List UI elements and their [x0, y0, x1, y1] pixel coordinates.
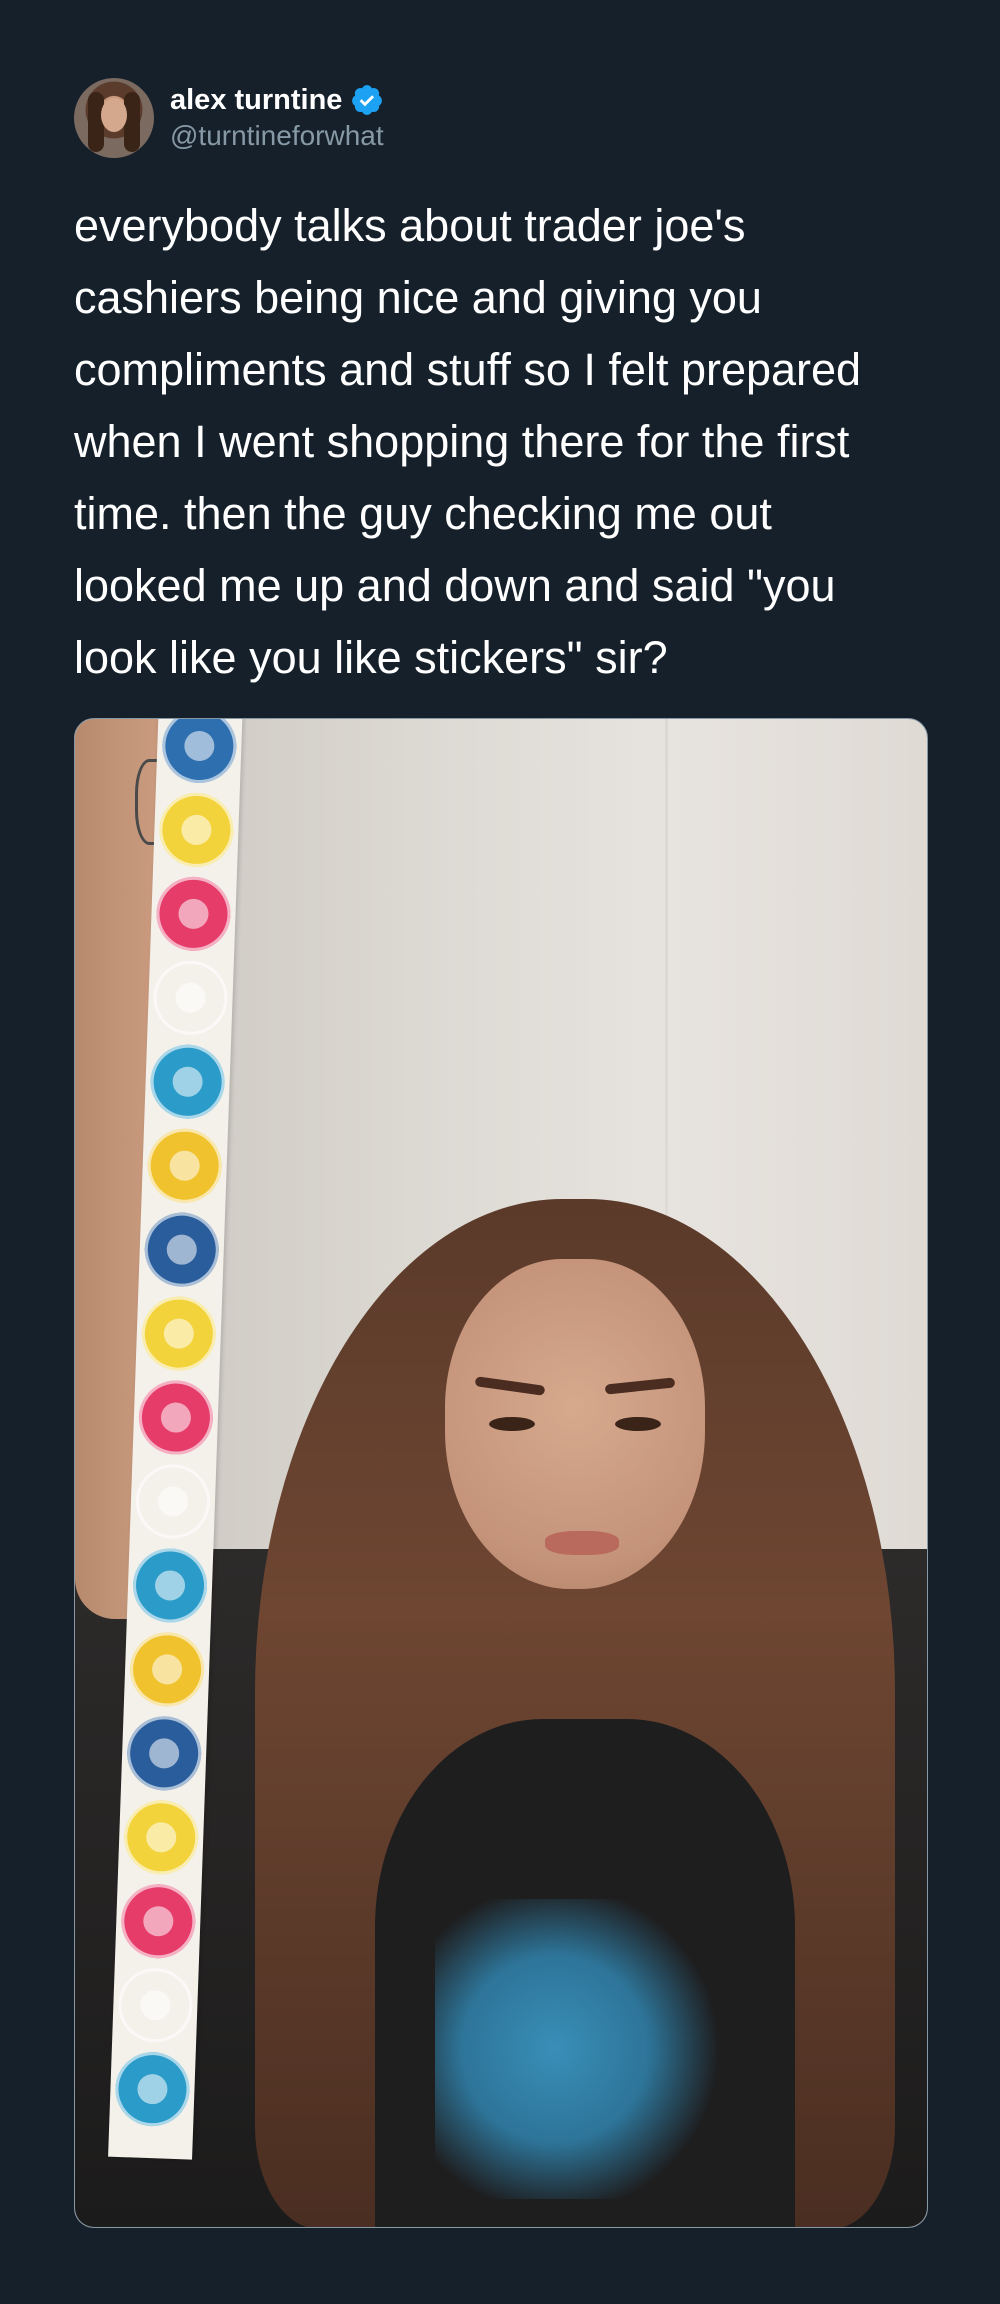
sticker: [140, 1295, 218, 1372]
sticker: [137, 1379, 215, 1456]
sticker: [155, 875, 232, 953]
person: [255, 1199, 895, 2227]
face: [445, 1259, 705, 1589]
sticker: [131, 1547, 209, 1624]
tweet-header: alex turntine @turntineforwhat: [74, 78, 384, 158]
sticker: [161, 719, 238, 785]
sticker: [134, 1463, 212, 1540]
display-name-row: alex turntine: [170, 82, 384, 118]
sticker: [128, 1631, 206, 1708]
author-names: alex turntine @turntineforwhat: [170, 82, 384, 154]
handle[interactable]: @turntineforwhat: [170, 118, 384, 154]
sticker: [122, 1799, 200, 1876]
sticker: [152, 959, 229, 1037]
sticker: [143, 1211, 221, 1288]
tweet-card: alex turntine @turntineforwhat everybody…: [0, 0, 1000, 2304]
tweet-photo[interactable]: [74, 718, 928, 2228]
sticker: [117, 1966, 194, 2044]
verified-badge-icon: [352, 85, 383, 115]
sticker: [146, 1127, 223, 1204]
shirt: [375, 1719, 795, 2227]
sticker: [120, 1882, 197, 1960]
sticker: [149, 1043, 226, 1121]
sticker: [125, 1715, 203, 1792]
display-name[interactable]: alex turntine: [170, 82, 342, 118]
sticker: [114, 2050, 191, 2128]
avatar[interactable]: [74, 78, 154, 158]
shirt-print: [435, 1899, 735, 2199]
sticker: [158, 791, 235, 869]
tweet-text: everybody talks about trader joe's cashi…: [74, 200, 862, 683]
